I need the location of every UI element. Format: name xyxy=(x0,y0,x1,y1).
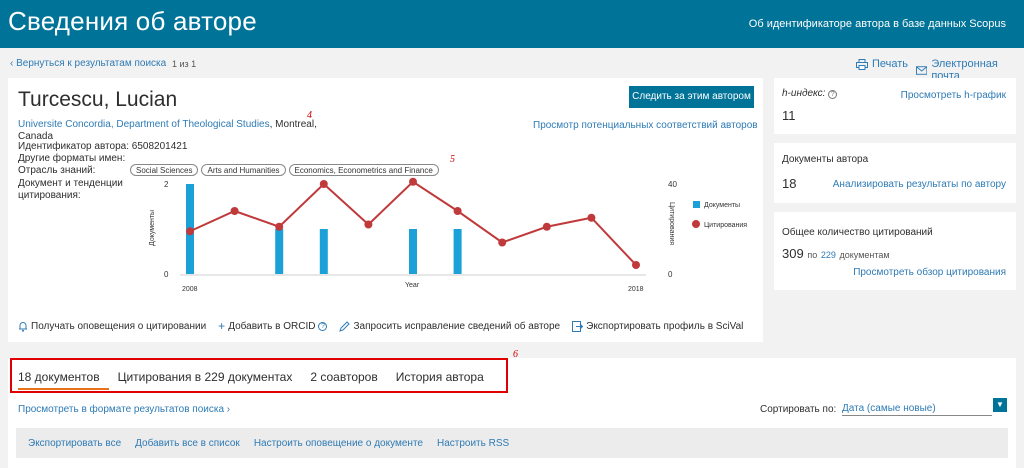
page-header: Сведения об авторе Об идентификаторе авт… xyxy=(0,0,1024,48)
tab-citations[interactable]: Цитирования в 229 документах xyxy=(109,364,302,390)
annotation-marker-5: 5 xyxy=(450,154,455,165)
legend-citations-swatch xyxy=(692,220,700,228)
citation-overview-link[interactable]: Просмотреть обзор цитирования xyxy=(853,267,1006,278)
citation-point xyxy=(632,261,640,269)
export-all-link[interactable]: Экспортировать все xyxy=(28,438,121,449)
h-index-value: 11 xyxy=(782,108,796,123)
citing-docs-link[interactable]: 229 xyxy=(821,250,836,260)
documents-panel: 18 документов Цитирования в 229 документ… xyxy=(8,358,1016,468)
document-bar xyxy=(453,229,462,274)
y-left-tick-label: 2 xyxy=(164,180,169,189)
author-id-row: Идентификатор автора: 6508201421 xyxy=(18,141,188,152)
citations-label: Общее количество цитирований xyxy=(782,227,933,238)
author-documents-card: Документы автора 18 Анализировать резуль… xyxy=(774,143,1016,203)
chevron-right-icon: › xyxy=(224,404,231,415)
citation-point xyxy=(587,213,596,222)
envelope-icon xyxy=(916,65,928,75)
follow-author-button[interactable]: Следить за этим автором xyxy=(629,86,754,108)
chevron-down-icon[interactable]: ▼ xyxy=(993,398,1007,412)
legend-documents-swatch xyxy=(693,201,700,208)
citation-point xyxy=(319,180,328,188)
x-tick-label: 2008 xyxy=(182,286,198,293)
citation-alert-link[interactable]: Получать оповещения о цитировании xyxy=(18,319,206,333)
author-affiliation: Universite Concordia, Department of Theo… xyxy=(18,119,318,143)
printer-icon xyxy=(856,58,868,70)
x-tick-label: 2018 xyxy=(628,286,644,293)
citation-point xyxy=(409,177,417,186)
rss-link[interactable]: Настроить RSS xyxy=(437,438,509,449)
affiliation-link[interactable]: Universite Concordia, Department of Theo… xyxy=(18,119,270,130)
top-navigation: ‹ Вернуться к результатам поиска 1 из 1 … xyxy=(0,48,1024,82)
x-axis-label: Year xyxy=(405,282,420,289)
citation-point xyxy=(498,238,507,247)
tab-documents[interactable]: 18 документов xyxy=(18,364,109,390)
citation-point xyxy=(275,222,284,231)
legend-citations-label: Цитирования xyxy=(704,222,747,229)
tab-coauthors[interactable]: 2 соавторов xyxy=(301,364,386,390)
author-documents-label: Документы автора xyxy=(782,154,869,165)
citation-point xyxy=(364,220,373,229)
y-left-tick-label: 0 xyxy=(164,270,169,279)
help-icon[interactable]: ? xyxy=(318,321,328,331)
legend-documents-label: Документы xyxy=(704,202,740,209)
sort-select[interactable]: Дата (самые новые) xyxy=(842,400,992,416)
document-alert-link[interactable]: Настроить оповещение о документе xyxy=(254,438,423,449)
about-author-id-link[interactable]: Об идентификаторе автора в базе данных S… xyxy=(749,18,1006,30)
page-title: Сведения об авторе xyxy=(8,6,257,36)
add-to-orcid-link[interactable]: + Добавить в ORCID ? xyxy=(218,319,328,333)
help-icon[interactable]: ? xyxy=(828,90,838,99)
h-index-card: h-индекс: ? Просмотреть h-график 11 xyxy=(774,78,1016,134)
sort-label: Сортировать по: xyxy=(760,404,837,415)
author-documents-value: 18 xyxy=(782,176,797,191)
author-profile-card: Turcescu, Lucian Следить за этим автором… xyxy=(8,78,763,342)
tab-bar: 18 документов Цитирования в 229 документ… xyxy=(18,364,493,390)
document-bar xyxy=(409,229,417,274)
citation-point xyxy=(453,207,462,215)
result-counter: 1 из 1 xyxy=(172,59,197,69)
request-correction-link[interactable]: Запросить исправление сведений об авторе xyxy=(339,319,560,333)
print-button[interactable]: Печать xyxy=(856,58,908,70)
potential-matches-link[interactable]: Просмотр потенциальных соответствий авто… xyxy=(533,120,758,131)
citation-point xyxy=(186,227,194,236)
view-in-search-results-link[interactable]: Просмотреть в формате результатов поиска… xyxy=(18,404,230,415)
y-right-axis-label: Цитирования xyxy=(668,202,675,245)
tab-author-history[interactable]: История автора xyxy=(387,364,493,390)
y-right-tick-label: 0 xyxy=(668,270,673,279)
document-bar xyxy=(275,229,284,274)
y-left-axis-label: Документы xyxy=(149,210,156,246)
citations-card: Общее количество цитирований 309 по 229 … xyxy=(774,212,1016,290)
edit-icon xyxy=(339,320,351,332)
document-citation-trend-chart: 2 0 40 0 Документы Цитирования 2008 2018 Year Док… xyxy=(149,177,747,293)
documents-toolbar: Экспортировать все Добавить все в список… xyxy=(16,428,1008,458)
document-bar xyxy=(319,229,328,274)
plus-icon: + xyxy=(218,319,226,333)
back-to-results-link[interactable]: ‹ Вернуться к результатам поиска xyxy=(10,58,166,69)
citation-point xyxy=(542,222,551,231)
y-right-tick-label: 40 xyxy=(668,180,677,189)
h-index-label: h-индекс: ? xyxy=(782,88,838,99)
alt-names-label: Другие форматы имен: xyxy=(18,153,126,164)
annotation-marker-4: 4 xyxy=(307,110,312,121)
export-icon xyxy=(572,320,584,332)
profile-actions: Получать оповещения о цитировании + Доба… xyxy=(18,319,743,333)
citation-point xyxy=(230,207,239,215)
h-graph-link[interactable]: Просмотреть h-график xyxy=(901,90,1006,101)
author-name: Turcescu, Lucian xyxy=(18,88,178,111)
add-all-to-list-link[interactable]: Добавить все в список xyxy=(135,438,240,449)
citations-total: 309 по 229 документам xyxy=(782,246,890,261)
export-scival-link[interactable]: Экспортировать профиль в SciVal xyxy=(572,319,743,333)
bell-icon xyxy=(19,321,27,332)
subject-area-label: Отрасль знаний: xyxy=(18,165,96,176)
analyze-author-link[interactable]: Анализировать результаты по автору xyxy=(833,179,1006,190)
author-id-value: 6508201421 xyxy=(131,141,188,152)
doc-trend-label: Документ и тенденции цитирования: xyxy=(18,178,123,201)
